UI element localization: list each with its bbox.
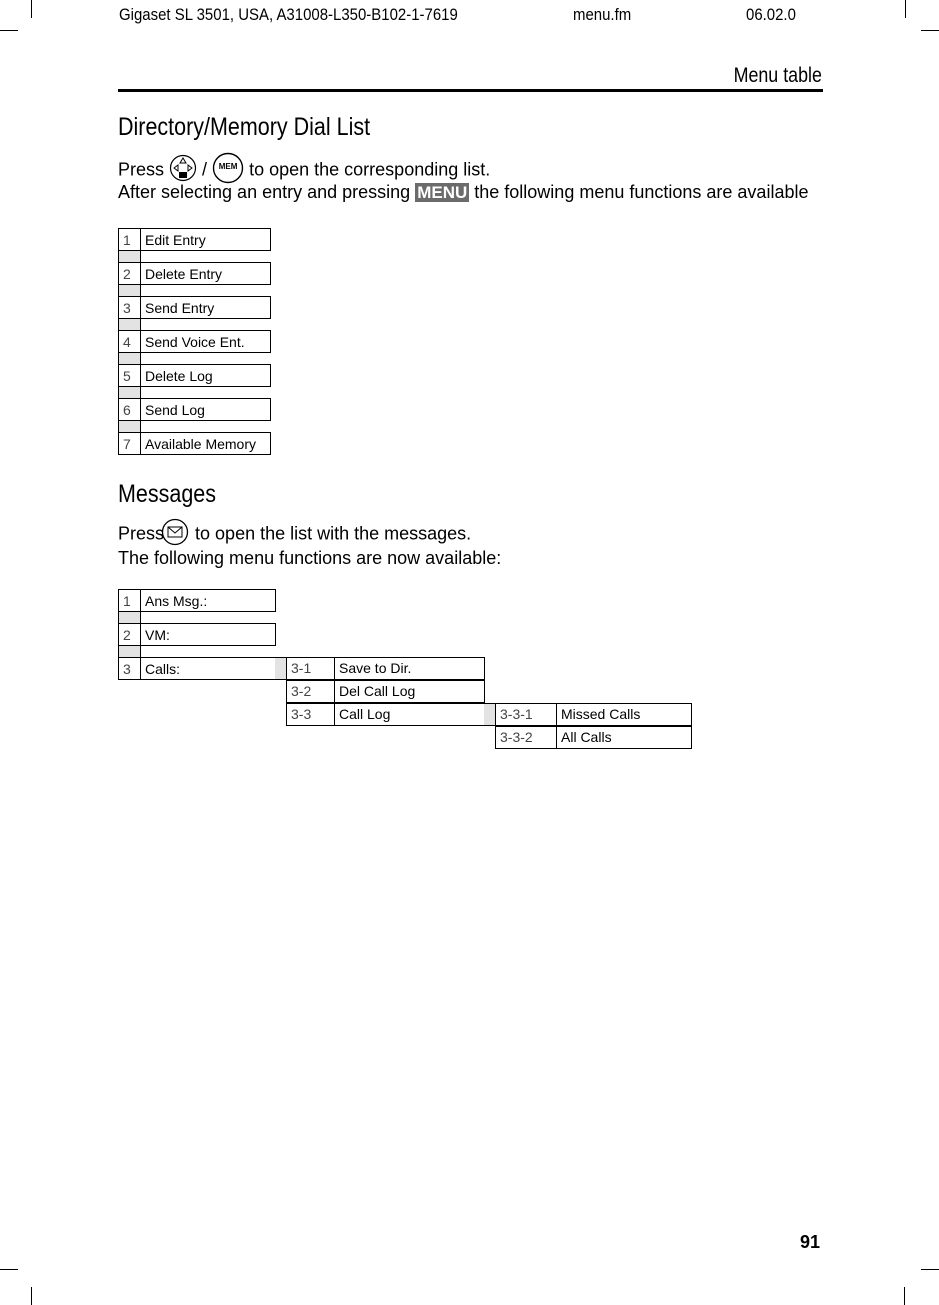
menu-spacer [118,318,141,331]
submenu-item[interactable]: All Calls [556,726,692,749]
envelope-key-icon [160,518,190,551]
submenu-number: 3-3 [286,703,335,726]
menu-row[interactable]: 2 Delete Entry [118,262,271,285]
menu-spacer [118,250,141,263]
crop-mark [921,1269,939,1270]
messages-menu-table: 1 Ans Msg.: 2 VM: 3 Calls: [118,589,276,680]
section-title-messages: Messages [118,480,216,508]
submenu-number: 3-2 [286,680,335,703]
menu-row[interactable]: 4 Send Voice Ent. [118,330,271,353]
running-title: Menu table [733,64,822,87]
submenu-item[interactable]: Call Log [334,703,485,726]
menu-spacer [118,386,141,399]
slash-text: / [202,159,208,180]
menu-row[interactable]: 3 Calls: [118,657,276,680]
instruction-rest: to open the corresponding list. [249,159,491,180]
directory-menu-table: 1 Edit Entry 2 Delete Entry 3 Send Entry 4S… [118,228,271,455]
crop-mark [921,30,939,31]
menu-row[interactable]: 5 Delete Log [118,364,271,387]
submenu-number: 3-3-1 [495,703,557,726]
menu-row[interactable]: 1 Edit Entry [118,228,271,251]
menu-row[interactable]: 1 Ans Msg.: [118,589,276,612]
crop-mark [904,1287,905,1305]
menu-row[interactable]: 7 Available Memory [118,432,271,455]
crop-mark [0,1269,18,1270]
page-number: 91 [799,1232,820,1252]
submenu-item[interactable]: Del Call Log [334,680,485,703]
menu-row[interactable]: 3 Send Entry [118,296,271,319]
messages-instruction-2: The following menu functions are now ava… [118,548,502,568]
menu-row[interactable]: 2 VM: [118,623,276,646]
crop-mark [31,0,32,18]
crop-mark [905,0,906,18]
menu-spacer [118,420,141,433]
crop-mark [31,1287,32,1305]
menu-spacer [118,352,141,365]
directory-instruction-2: After selecting an entry and pressing ME… [118,182,809,202]
menu-row[interactable]: 6 Send Log [118,398,271,421]
document-id: Gigaset SL 3501, USA, A31008-L350-B102-1… [119,5,458,24]
submenu-number: 3-1 [286,657,335,680]
crop-mark [0,30,18,31]
submenu-number: 3-3-2 [495,726,557,749]
header-rule [118,89,823,92]
press-text: Press [118,159,165,180]
submenu-item[interactable]: Missed Calls [556,703,692,726]
submenu-item[interactable]: Save to Dir. [334,657,485,680]
menu-spacer [118,645,141,658]
section-title-directory: Directory/Memory Dial List [118,113,371,141]
menu-key-label: MENU [415,183,470,202]
file-name: menu.fm [573,5,632,24]
menu-spacer [118,611,141,624]
document-date: 06.02.0 [746,5,796,24]
messages-instruction-1: Press to open the list with the messages… [118,518,471,551]
menu-spacer [118,284,141,297]
